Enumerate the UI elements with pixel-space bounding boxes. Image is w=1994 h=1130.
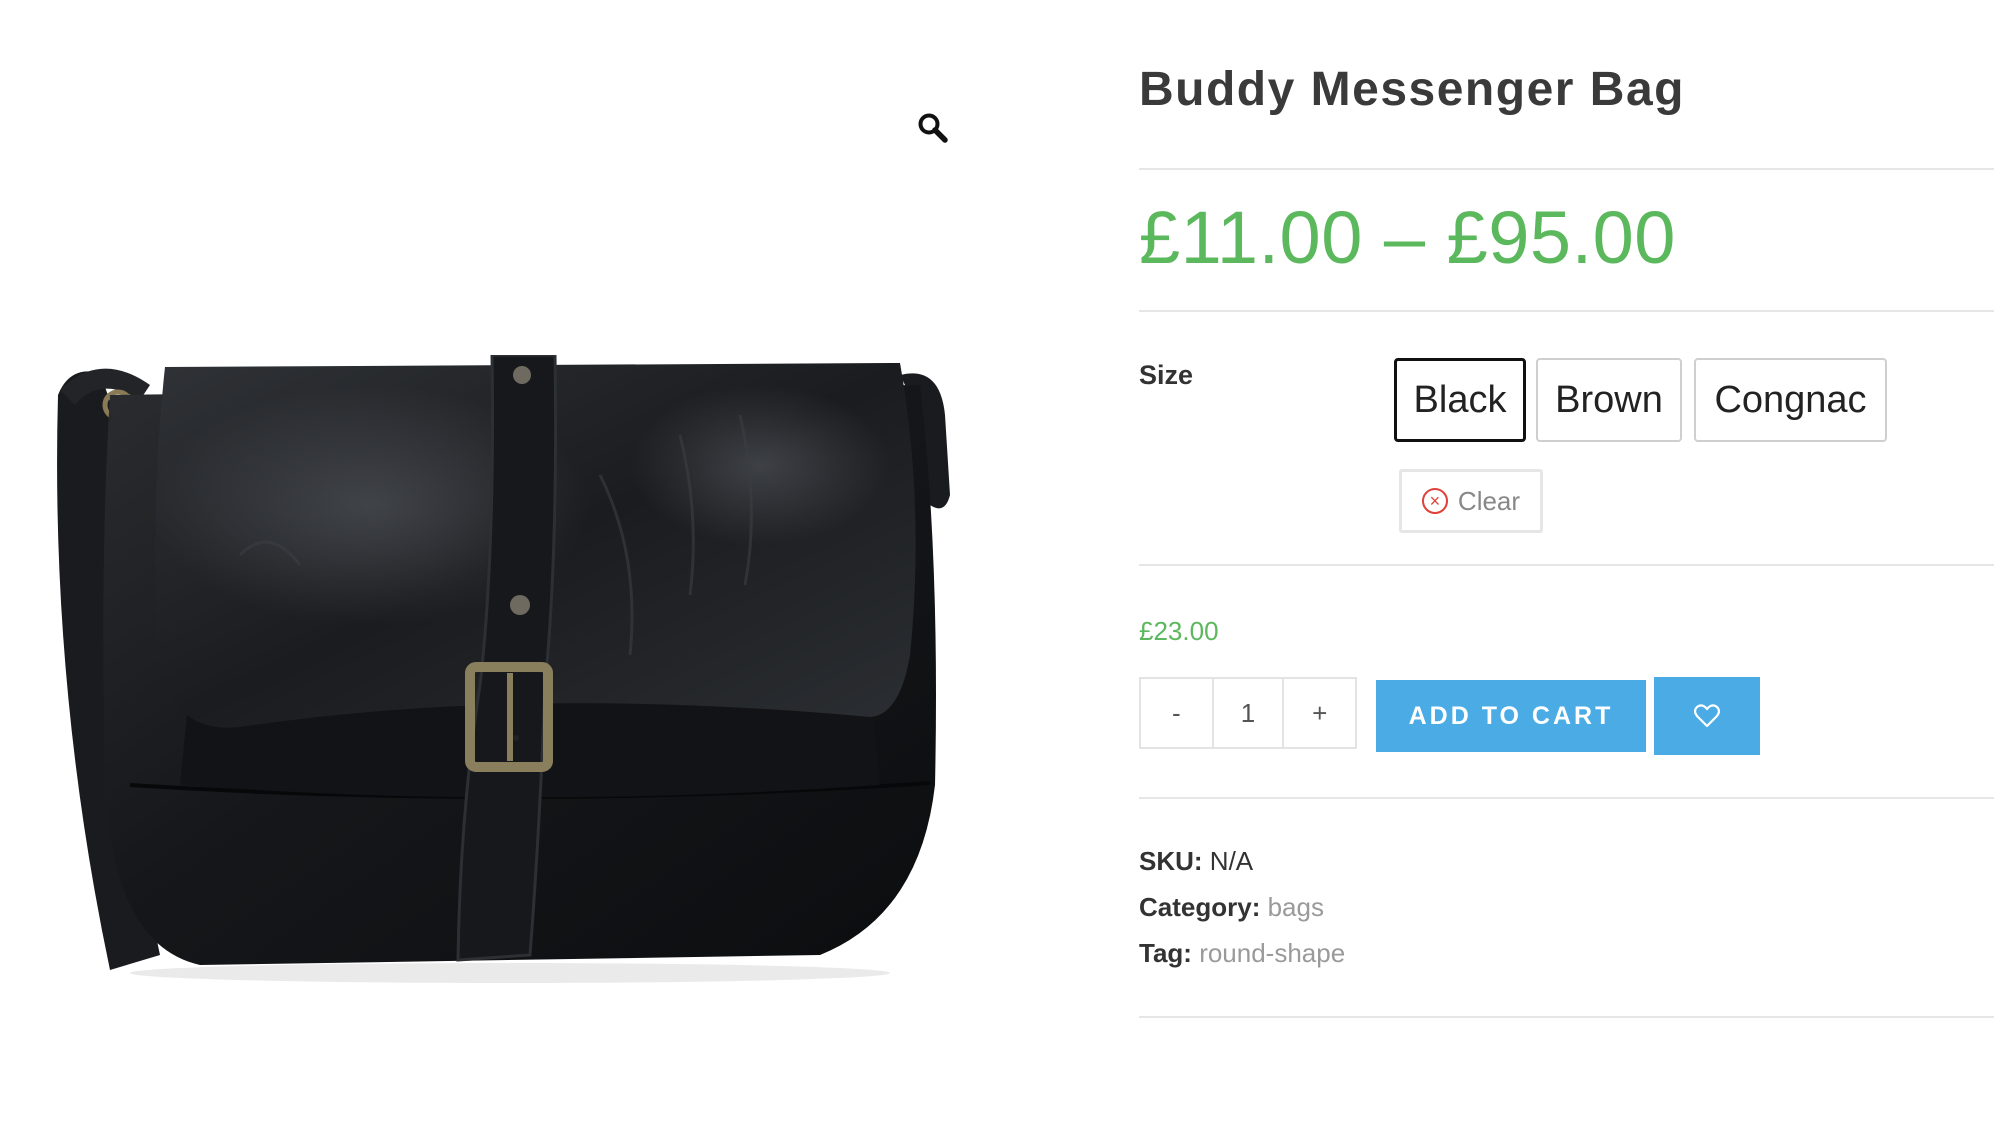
product-summary: Buddy Messenger Bag £11.00 – £95.00 Size… bbox=[1139, 0, 1994, 1130]
wishlist-button[interactable] bbox=[1654, 677, 1760, 755]
tag-label: Tag: bbox=[1139, 938, 1192, 968]
size-option-black[interactable]: Black bbox=[1394, 358, 1526, 442]
divider bbox=[1139, 564, 1994, 566]
clear-button[interactable]: × Clear bbox=[1399, 469, 1543, 533]
sku-row: SKU: N/A bbox=[1139, 846, 1253, 877]
quantity-stepper: - 1 + bbox=[1139, 677, 1357, 749]
category-label: Category: bbox=[1139, 892, 1261, 922]
product-gallery bbox=[0, 0, 1000, 1130]
divider bbox=[1139, 168, 1994, 170]
divider bbox=[1139, 1016, 1994, 1018]
category-link[interactable]: bags bbox=[1268, 892, 1324, 922]
tag-link[interactable]: round-shape bbox=[1199, 938, 1345, 968]
size-option-brown[interactable]: Brown bbox=[1536, 358, 1682, 442]
add-to-cart-button[interactable]: ADD TO CART bbox=[1376, 680, 1646, 752]
clear-x-circle-icon: × bbox=[1421, 488, 1448, 514]
quantity-input[interactable]: 1 bbox=[1211, 679, 1285, 747]
tag-row: Tag: round-shape bbox=[1139, 938, 1345, 969]
size-label: Size bbox=[1139, 360, 1194, 390]
heart-icon bbox=[1694, 704, 1720, 728]
price-range: £11.00 – £95.00 bbox=[1139, 196, 1676, 279]
size-option-congnac[interactable]: Congnac bbox=[1694, 358, 1887, 442]
quantity-minus-button[interactable]: - bbox=[1141, 679, 1212, 747]
zoom-magnifier-icon[interactable] bbox=[905, 100, 961, 156]
quantity-plus-button[interactable]: + bbox=[1284, 679, 1355, 747]
product-title: Buddy Messenger Bag bbox=[1139, 63, 1685, 116]
divider bbox=[1139, 797, 1994, 799]
category-row: Category: bags bbox=[1139, 892, 1324, 923]
sku-label: SKU: bbox=[1139, 846, 1203, 876]
variation-price: £23.00 bbox=[1139, 616, 1219, 646]
sku-value: N/A bbox=[1209, 846, 1254, 876]
product-image[interactable] bbox=[40, 355, 970, 985]
clear-label: Clear bbox=[1457, 485, 1521, 516]
divider bbox=[1139, 310, 1994, 312]
